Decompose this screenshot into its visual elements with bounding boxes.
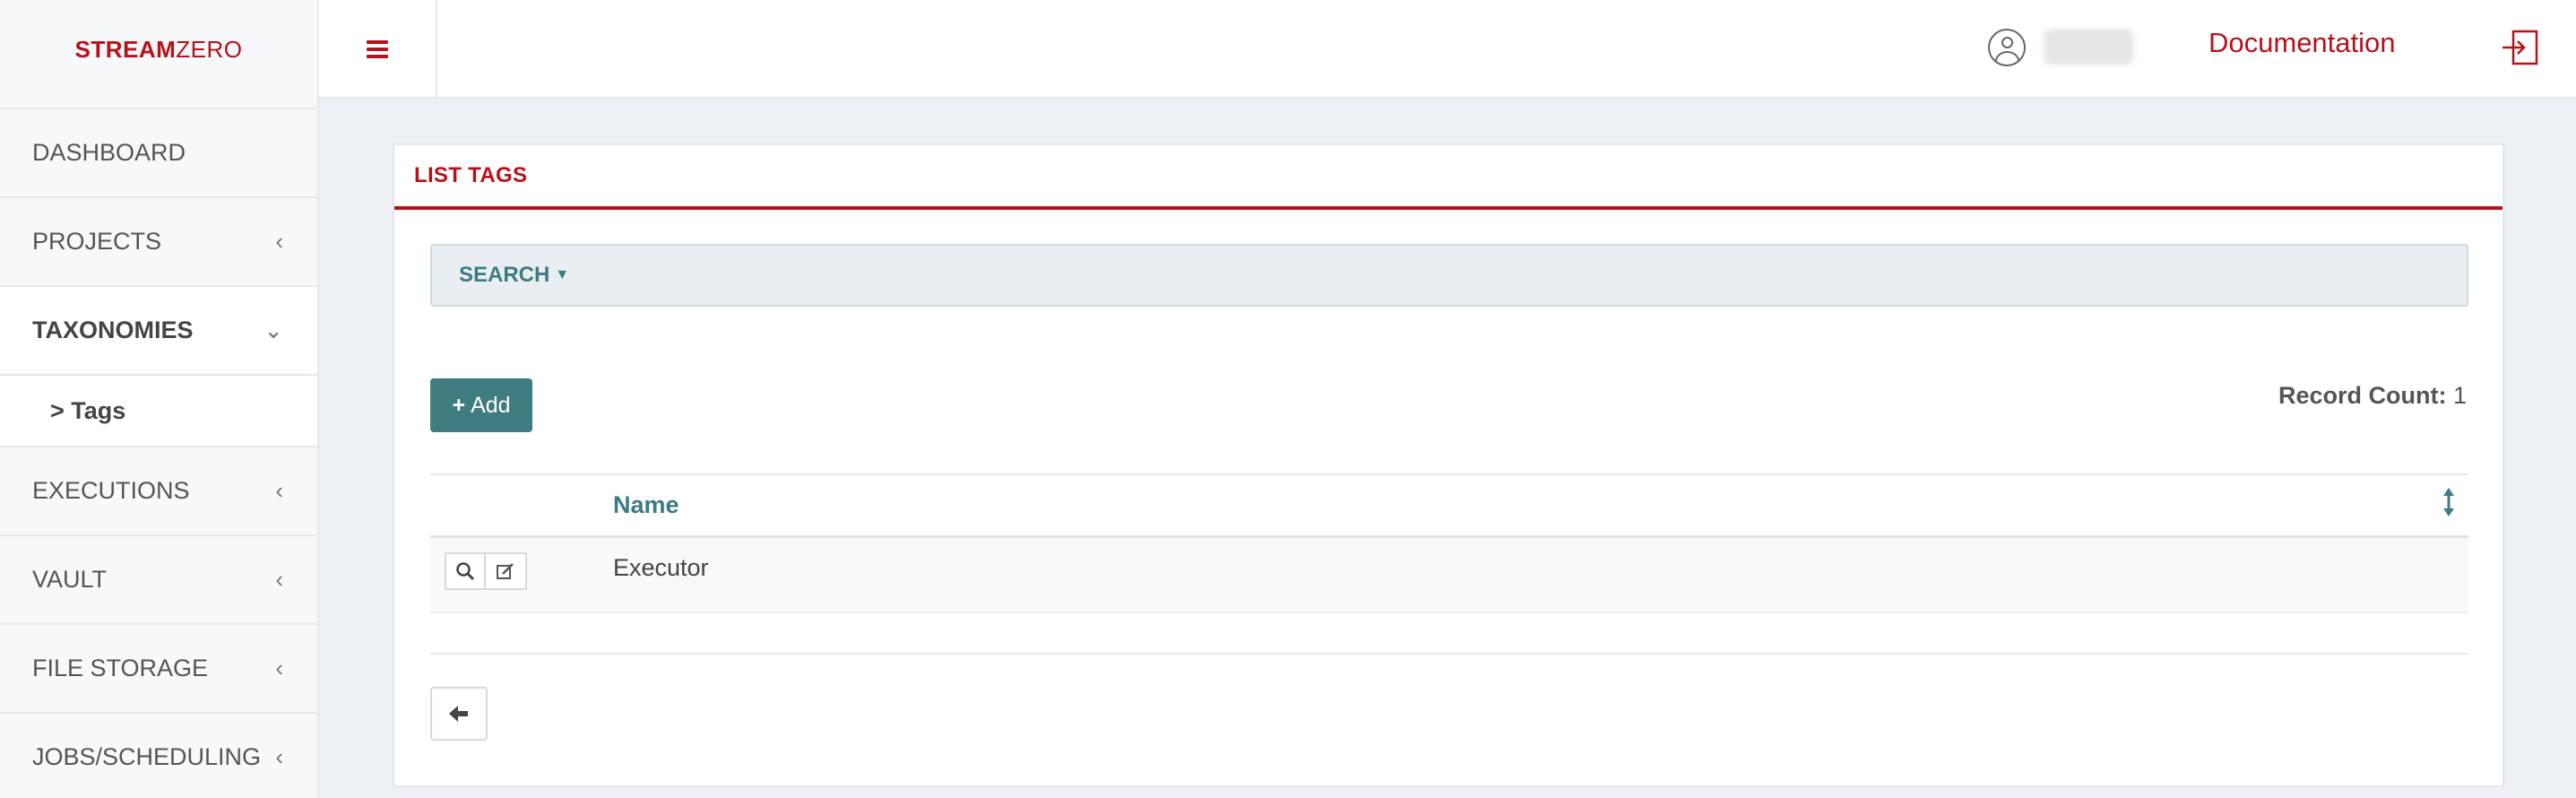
menu-toggle-button[interactable] bbox=[319, 0, 437, 99]
sidebar-item-label: TAXONOMIES bbox=[32, 317, 194, 343]
sidebar: DASHBOARD PROJECTS ‹ TAXONOMIES ⌄ > Tags… bbox=[0, 99, 319, 798]
cell-name: Executor bbox=[613, 554, 709, 581]
view-button[interactable] bbox=[445, 552, 486, 590]
divider bbox=[430, 653, 2468, 655]
panel-title: LIST TAGS bbox=[394, 145, 2503, 210]
add-button[interactable]: + Add bbox=[430, 378, 532, 432]
sidebar-item-label: VAULT bbox=[32, 566, 108, 593]
chevron-left-icon: ‹ bbox=[275, 655, 283, 681]
sidebar-subitem-tags[interactable]: > Tags bbox=[0, 376, 317, 447]
chevron-left-icon: ‹ bbox=[275, 743, 283, 770]
sidebar-item-vault[interactable]: VAULT ‹ bbox=[0, 536, 317, 625]
add-button-label: Add bbox=[471, 392, 511, 418]
caret-down-icon: ▼ bbox=[555, 267, 570, 282]
arrow-left-icon bbox=[449, 706, 468, 722]
brand-logo[interactable]: STREAM ZERO bbox=[0, 0, 319, 99]
plus-icon: + bbox=[452, 392, 466, 418]
sidebar-item-dashboard[interactable]: DASHBOARD bbox=[0, 109, 317, 198]
edit-button[interactable] bbox=[486, 552, 527, 590]
sidebar-item-label: JOBS/SCHEDULING bbox=[32, 743, 262, 770]
sort-icon[interactable] bbox=[2440, 488, 2458, 516]
record-count: Record Count: 1 bbox=[2278, 382, 2467, 410]
hamburger-icon bbox=[367, 40, 388, 58]
brand-part-2: ZERO bbox=[176, 35, 243, 63]
record-count-value: 1 bbox=[2452, 382, 2467, 409]
user-circle-icon[interactable] bbox=[1988, 29, 2026, 66]
sidebar-item-label: EXECUTIONS bbox=[32, 477, 190, 504]
sidebar-item-executions[interactable]: EXECUTIONS ‹ bbox=[0, 447, 317, 536]
edit-icon bbox=[497, 563, 514, 579]
chevron-left-icon: ‹ bbox=[275, 228, 283, 255]
sidebar-item-label: DASHBOARD bbox=[32, 139, 186, 166]
sidebar-item-label: FILE STORAGE bbox=[32, 655, 209, 681]
search-toggle[interactable]: SEARCH ▼ bbox=[430, 244, 2468, 307]
chevron-left-icon: ‹ bbox=[275, 566, 283, 593]
brand-part-1: STREAM bbox=[74, 35, 177, 63]
search-icon bbox=[456, 562, 475, 581]
chevron-down-icon: ⌄ bbox=[264, 317, 283, 343]
sidebar-item-taxonomies[interactable]: TAXONOMIES ⌄ bbox=[0, 287, 317, 376]
table-row: Executor bbox=[430, 538, 2468, 613]
sidebar-item-label: PROJECTS bbox=[32, 228, 162, 255]
user-name-redacted[interactable] bbox=[2044, 29, 2133, 65]
tags-table: Name Executor bbox=[430, 473, 2468, 613]
sidebar-item-file-storage[interactable]: FILE STORAGE ‹ bbox=[0, 625, 317, 714]
top-bar: STREAM ZERO Documentation bbox=[0, 0, 2576, 99]
chevron-left-icon: ‹ bbox=[275, 477, 283, 504]
row-actions bbox=[445, 552, 527, 590]
sign-out-icon[interactable] bbox=[2501, 29, 2540, 66]
back-button[interactable] bbox=[430, 687, 488, 741]
column-header-name[interactable]: Name bbox=[613, 491, 679, 519]
record-count-label: Record Count: bbox=[2278, 382, 2447, 409]
sidebar-item-jobs-scheduling[interactable]: JOBS/SCHEDULING ‹ bbox=[0, 714, 317, 798]
documentation-link[interactable]: Documentation bbox=[2209, 27, 2396, 59]
list-tags-panel: LIST TAGS SEARCH ▼ + Add Record Count: 1… bbox=[393, 143, 2504, 787]
sidebar-item-projects[interactable]: PROJECTS ‹ bbox=[0, 198, 317, 287]
search-label: SEARCH bbox=[459, 263, 550, 287]
table-header: Name bbox=[430, 473, 2468, 538]
